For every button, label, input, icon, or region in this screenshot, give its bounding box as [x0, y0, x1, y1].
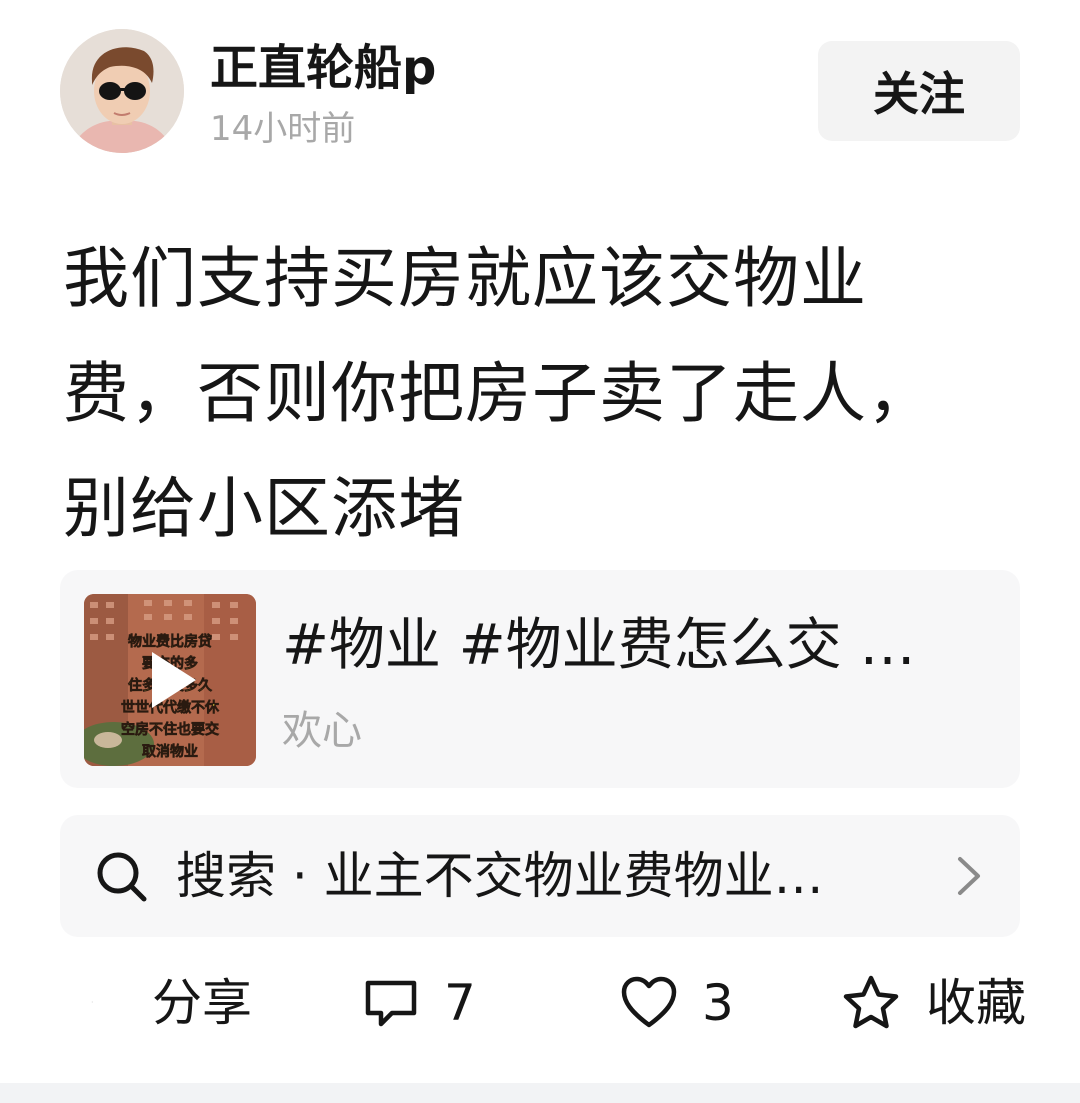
search-query-text: 搜索 · 业主不交物业费物业… — [176, 847, 824, 905]
author-name[interactable]: 正直轮船p — [210, 36, 436, 100]
video-title[interactable]: #物业 #物业费怎么交 … — [282, 612, 982, 680]
post-content: 我们支持买房就应该交物业 费，否则你把房子卖了走人， 别给小区添堵 — [63, 221, 973, 566]
video-thumbnail[interactable]: 物业费比房贷 要交的多 住多久交多久 世世代代缴不休 空房不住也要交 取消物业 — [84, 594, 256, 766]
decorative-mark: · — [91, 998, 94, 1007]
avatar[interactable] — [60, 29, 184, 153]
favorite-button[interactable]: 收藏 — [840, 968, 1026, 1038]
like-count: 3 — [702, 974, 734, 1032]
comment-icon — [365, 980, 417, 1027]
video-card[interactable]: 物业费比房贷 要交的多 住多久交多久 世世代代缴不休 空房不住也要交 取消物业 … — [60, 570, 1020, 788]
related-search-bar[interactable]: 搜索 · 业主不交物业费物业… — [60, 815, 1020, 937]
thumbnail-caption-line: 物业费比房贷 — [128, 633, 212, 650]
post-line: 我们支持买房就应该交物业 — [63, 240, 867, 317]
comment-button[interactable]: 7 — [362, 968, 476, 1038]
bottom-divider — [0, 1083, 1080, 1103]
follow-button[interactable]: 关注 — [818, 41, 1020, 141]
thumbnail-caption-line: 世世代代缴不休 — [121, 699, 220, 716]
video-author[interactable]: 欢心 — [282, 704, 362, 758]
thumbnail-caption-line: 空房不住也要交 — [121, 721, 219, 738]
thumbnail-caption-line: 取消物业 — [142, 743, 198, 760]
like-button[interactable]: 3 — [620, 968, 734, 1038]
post-line: 费，否则你把房子卖了走人， — [63, 355, 934, 432]
thumbnail-image: 物业费比房贷 要交的多 住多久交多久 世世代代缴不休 空房不住也要交 取消物业 — [84, 594, 256, 766]
post-page: 正直轮船p 14小时前 关注 我们支持买房就应该交物业 费，否则你把房子卖了走人… — [0, 0, 1080, 1103]
post-line: 别给小区添堵 — [63, 470, 465, 547]
chevron-right-icon — [958, 857, 980, 895]
post-time: 14小时前 — [210, 109, 356, 149]
favorite-label: 收藏 — [926, 974, 1026, 1032]
comment-count: 7 — [444, 974, 476, 1032]
star-icon — [843, 975, 899, 1029]
avatar-image — [60, 29, 184, 153]
share-button[interactable]: 分享 — [152, 968, 252, 1038]
share-label: 分享 — [152, 974, 252, 1032]
search-icon — [97, 852, 147, 902]
heart-icon — [621, 976, 677, 1028]
